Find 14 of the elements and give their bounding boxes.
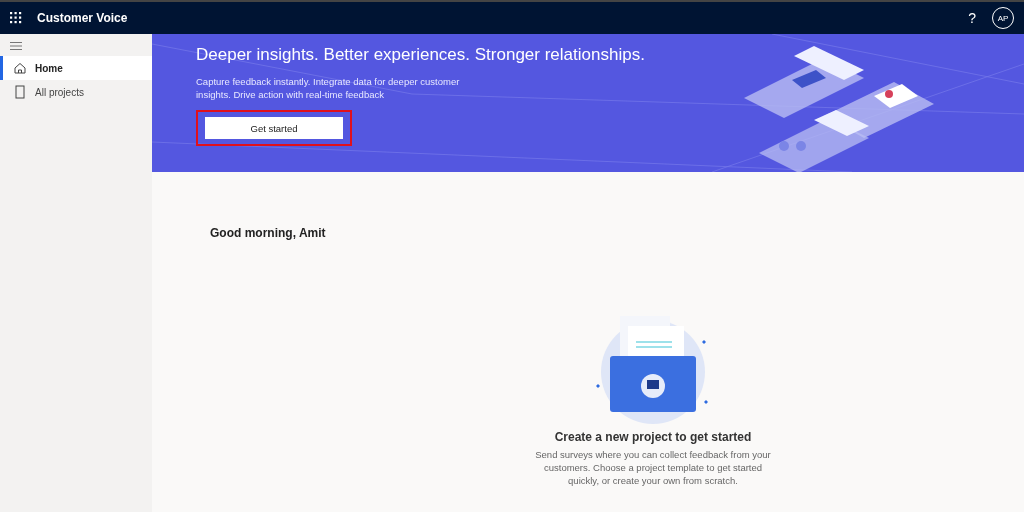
- app-title: Customer Voice: [37, 11, 128, 25]
- page-icon: [13, 85, 27, 99]
- get-started-button[interactable]: Get started: [205, 117, 343, 139]
- empty-state-text: Send surveys where you can collect feedback from your customers. Choose a project template to get started quickly, or create your own from scratch.: [534, 448, 772, 487]
- help-button[interactable]: ?: [968, 10, 976, 26]
- banner-heading: Deeper insights. Better experiences. Stronger relationships.: [196, 44, 645, 66]
- greeting: Good morning, Amit: [210, 226, 327, 240]
- empty-state-title: Create a new project to get started: [554, 430, 752, 444]
- nav-item[interactable]: Home: [0, 56, 152, 80]
- nav-item[interactable]: All projects: [0, 80, 152, 104]
- app-launcher-icon[interactable]: [10, 12, 22, 24]
- home-icon: [13, 61, 27, 75]
- banner-text: Capture feedback instantly. Integrate data for deeper customer insights. Drive action with real-time feedback: [196, 75, 461, 101]
- menu-icon[interactable]: [10, 42, 22, 50]
